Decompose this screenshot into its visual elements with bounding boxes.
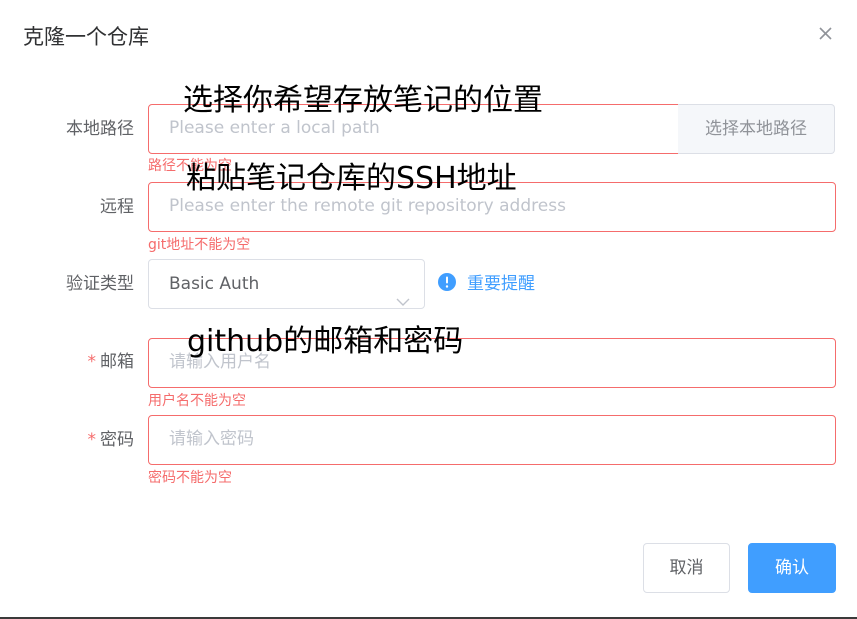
password-label: * 密码 [87,430,135,450]
exclamation-circle-icon [437,272,457,296]
password-error: 密码不能为空 [148,470,232,486]
important-reminder-link[interactable]: 重要提醒 [437,272,535,296]
annotation-remote: 粘贴笔记仓库的SSH地址 [186,161,517,196]
important-reminder-label: 重要提醒 [467,274,535,294]
auth-type-select[interactable]: Basic Auth [148,259,425,309]
chevron-down-icon [396,278,410,326]
email-label: * 邮箱 [87,352,135,372]
email-error: 用户名不能为空 [148,393,246,409]
required-mark: * [87,430,97,450]
clone-repo-dialog: 克隆一个仓库 本地路径 Please enter a local path 选择… [0,0,857,619]
remote-error: git地址不能为空 [148,237,251,253]
annotation-local-path: 选择你希望存放笔记的位置 [183,83,543,118]
cancel-button[interactable]: 取消 [643,543,730,593]
close-icon[interactable] [815,23,835,43]
auth-type-value: Basic Auth [169,274,260,294]
remote-label: 远程 [100,197,134,217]
local-path-label: 本地路径 [66,119,134,139]
dialog-title: 克隆一个仓库 [23,25,149,49]
required-mark: * [87,352,97,372]
password-input[interactable]: 请输入密码 [148,415,836,465]
choose-local-path-button[interactable]: 选择本地路径 [678,104,835,154]
confirm-button[interactable]: 确认 [748,543,836,593]
annotation-credentials: github的邮箱和密码 [187,324,464,359]
auth-type-label: 验证类型 [66,274,134,294]
